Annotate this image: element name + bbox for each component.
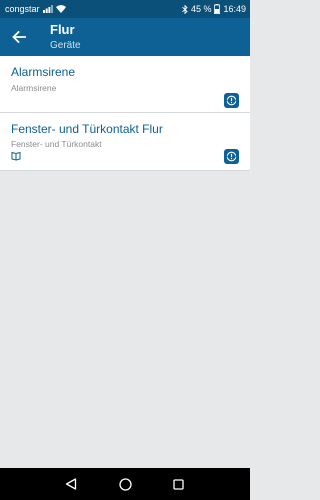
recents-square-icon bbox=[172, 478, 184, 490]
device-name: Fenster- und Türkontakt Flur bbox=[11, 122, 163, 136]
device-card-fensterkontakt[interactable]: Fenster- und Türkontakt Flur Fenster- un… bbox=[0, 113, 250, 171]
app-bar: Flur Geräte bbox=[0, 18, 250, 56]
nav-back-button[interactable] bbox=[55, 468, 87, 500]
status-left: congstar bbox=[5, 4, 66, 14]
status-right: 45 % 16:49 bbox=[182, 4, 246, 14]
back-button[interactable] bbox=[8, 26, 30, 48]
status-bar: congstar 45 % 16:49 bbox=[0, 0, 250, 18]
book-icon bbox=[11, 151, 21, 161]
device-type: Fenster- und Türkontakt bbox=[11, 139, 102, 149]
bluetooth-icon bbox=[182, 4, 188, 14]
battery-icon bbox=[214, 4, 221, 14]
device-name: Alarmsirene bbox=[11, 65, 76, 79]
device-list: Alarmsirene Alarmsirene Fenster- und Tür… bbox=[0, 56, 250, 171]
system-nav-bar bbox=[0, 468, 250, 500]
device-card-alarmsirene[interactable]: Alarmsirene Alarmsirene bbox=[0, 56, 250, 113]
page-title: Flur bbox=[50, 22, 75, 37]
page-subtitle: Geräte bbox=[50, 40, 81, 51]
device-type: Alarmsirene bbox=[11, 83, 57, 93]
home-circle-icon bbox=[118, 477, 132, 491]
nav-recents-button[interactable] bbox=[162, 468, 194, 500]
nav-home-button[interactable] bbox=[109, 468, 141, 500]
back-triangle-icon bbox=[65, 478, 77, 490]
wifi-icon bbox=[55, 5, 66, 13]
signal-icon bbox=[42, 5, 53, 13]
alert-warning-icon[interactable] bbox=[224, 93, 239, 108]
clock: 16:49 bbox=[223, 4, 246, 14]
arrow-left-icon bbox=[12, 31, 26, 43]
carrier-label: congstar bbox=[5, 4, 40, 14]
alert-warning-icon[interactable] bbox=[224, 149, 239, 164]
battery-percent: 45 % bbox=[190, 4, 212, 14]
